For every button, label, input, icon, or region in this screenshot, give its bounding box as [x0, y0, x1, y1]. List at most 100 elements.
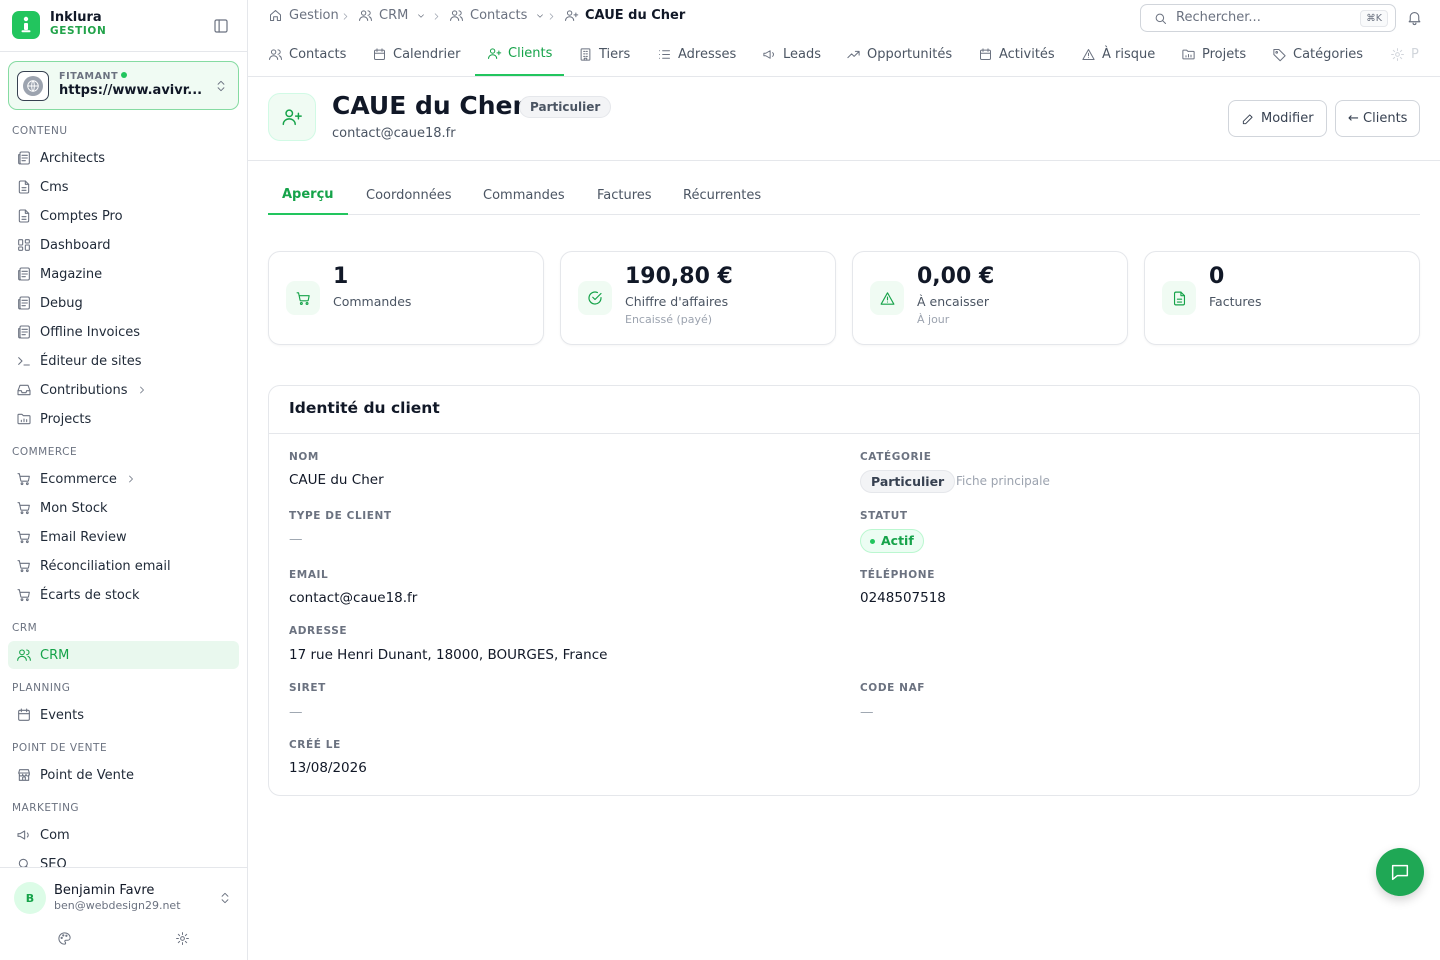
sidebar-item-label: Email Review [40, 529, 127, 545]
button-label: Modifier [1261, 111, 1314, 126]
stat-label: Factures [1209, 294, 1262, 309]
sidebar-item-label: Dashboard [40, 237, 111, 253]
site-label: FITAMANT [59, 71, 128, 82]
sidebar-item-projects[interactable]: Projects [8, 405, 239, 433]
section-title-crm: CRM [12, 622, 38, 634]
sidebar-item-architects[interactable]: Architects [8, 144, 239, 172]
bell-icon[interactable] [1406, 9, 1423, 26]
sidebar-item-events[interactable]: Events [8, 701, 239, 729]
warning-icon [870, 281, 904, 315]
breadcrumb-contacts[interactable]: Contacts [449, 8, 545, 23]
user-menu[interactable]: B Benjamin Favre ben@webdesign29.net [0, 867, 247, 960]
sidebar-item-label: Écarts de stock [40, 587, 140, 603]
chevron-right-icon [434, 13, 439, 20]
tab-label: Activités [999, 47, 1055, 62]
section-title-marketing: MARKETING [12, 802, 80, 814]
users-icon [17, 649, 31, 661]
tab-apercu[interactable]: Aperçu [268, 176, 348, 215]
stat-sublabel: À jour [917, 313, 950, 326]
store-icon [18, 769, 30, 781]
field-label-nom: NOM [289, 451, 319, 463]
stat-value: 0 [1209, 264, 1225, 289]
stat-label: Commandes [333, 294, 412, 309]
tab-opportunites[interactable]: Opportunités [846, 33, 952, 76]
tab-leads[interactable]: Leads [762, 33, 821, 76]
stat-card-a-encaisser: 0,00 € À encaisser À jour [852, 251, 1128, 345]
gear-icon [1391, 48, 1404, 61]
sidebar-item-label: Events [40, 707, 85, 723]
chat-button[interactable] [1376, 848, 1424, 896]
tab-contacts[interactable]: Contacts [268, 33, 346, 76]
palette-icon[interactable] [57, 931, 72, 946]
sidebar-item-reconciliation-email[interactable]: Réconciliation email [8, 552, 239, 580]
field-label-statut: STATUT [860, 510, 908, 522]
gear-icon[interactable] [175, 931, 190, 946]
breadcrumb-label: Contacts [470, 8, 528, 23]
sidebar-item-crm[interactable]: CRM [8, 641, 239, 669]
tab-projets[interactable]: Projets [1181, 33, 1246, 76]
sidebar-item-label: Cms [40, 179, 69, 195]
calendar-icon [18, 708, 30, 721]
field-label-email: EMAIL [289, 569, 329, 581]
breadcrumb-gestion[interactable]: Gestion [268, 8, 339, 23]
tab-label: Projets [1202, 47, 1247, 62]
tab-adresses[interactable]: Adresses [657, 33, 736, 76]
field-label-code-naf: CODE NAF [860, 682, 926, 694]
back-to-clients-button[interactable]: ← Clients [1335, 100, 1421, 137]
sidebar-item-dashboard[interactable]: Dashboard [8, 231, 239, 259]
sidebar-item-contributions[interactable]: Contributions [8, 376, 239, 404]
sidebar-item-ecarts-de-stock[interactable]: Écarts de stock [8, 581, 239, 609]
file-text-icon [18, 180, 30, 194]
breadcrumb-label: CRM [379, 8, 409, 23]
tab-tiers[interactable]: Tiers [578, 33, 630, 76]
sidebar-collapse-icon[interactable] [212, 17, 230, 35]
sidebar-item-offline-invoices[interactable]: Offline Invoices [8, 318, 239, 346]
chevron-right-icon [549, 13, 554, 20]
brand-logo-icon[interactable] [12, 11, 40, 39]
section-title-commerce: COMMERCE [12, 446, 78, 458]
field-value-type: — [289, 531, 303, 547]
chevron-down-icon [418, 13, 425, 18]
sidebar-item-point-de-vente[interactable]: Point de Vente [8, 761, 239, 789]
field-label-adresse: ADRESSE [289, 625, 348, 637]
tab-coordonnees[interactable]: Coordonnées [352, 176, 466, 215]
tab-clients[interactable]: Clients [475, 33, 565, 76]
breadcrumb-crm[interactable]: CRM [358, 8, 426, 23]
sidebar-item-editeur-de-sites[interactable]: Éditeur de sites [8, 347, 239, 375]
sidebar-item-label: Éditeur de sites [40, 353, 142, 369]
cart-icon [17, 502, 30, 515]
sidebar-item-debug[interactable]: Debug [8, 289, 239, 317]
chat-icon [1391, 864, 1409, 881]
sidebar-item-cms[interactable]: Cms [8, 173, 239, 201]
stat-value: 0,00 € [917, 264, 995, 289]
search-input[interactable]: Rechercher... ⌘K [1140, 4, 1396, 32]
stat-value: 190,80 € [625, 264, 733, 289]
calendar-icon [374, 48, 385, 60]
sidebar-item-magazine[interactable]: Magazine [8, 260, 239, 288]
stat-value: 1 [333, 264, 349, 289]
sidebar-item-email-review[interactable]: Email Review [8, 523, 239, 551]
tab-recurrentes[interactable]: Récurrentes [669, 176, 775, 215]
sidebar-item-ecommerce[interactable]: Ecommerce [8, 465, 239, 493]
sidebar-item-com[interactable]: Com [8, 821, 239, 849]
edit-button[interactable]: Modifier [1228, 100, 1327, 137]
newspaper-icon [18, 325, 30, 339]
sidebar-item-label: Point de Vente [40, 767, 135, 783]
tab-calendrier[interactable]: Calendrier [372, 33, 460, 76]
tab-commandes[interactable]: Commandes [469, 176, 579, 215]
site-switcher[interactable]: FITAMANT https://www.avivr... [8, 61, 239, 110]
tab-factures[interactable]: Factures [583, 176, 666, 215]
tab-label: Clients [508, 46, 553, 61]
tab-overflow[interactable]: P [1390, 33, 1419, 76]
tab-categories[interactable]: Catégories [1272, 33, 1363, 76]
tab-activites[interactable]: Activités [978, 33, 1055, 76]
client-email: contact@caue18.fr [332, 126, 456, 141]
sidebar-item-mon-stock[interactable]: Mon Stock [8, 494, 239, 522]
breadcrumb-label: Gestion [289, 8, 339, 23]
sidebar-item-comptes-pro[interactable]: Comptes Pro [8, 202, 239, 230]
topbar: Gestion CRM Contacts CAUE du Cher Recher… [248, 0, 1440, 33]
chevron-up-down-icon [214, 78, 228, 94]
cart-icon [17, 560, 30, 573]
sidebar-item-seo[interactable]: SEO [8, 850, 239, 868]
tab-a-risque[interactable]: À risque [1081, 33, 1155, 76]
